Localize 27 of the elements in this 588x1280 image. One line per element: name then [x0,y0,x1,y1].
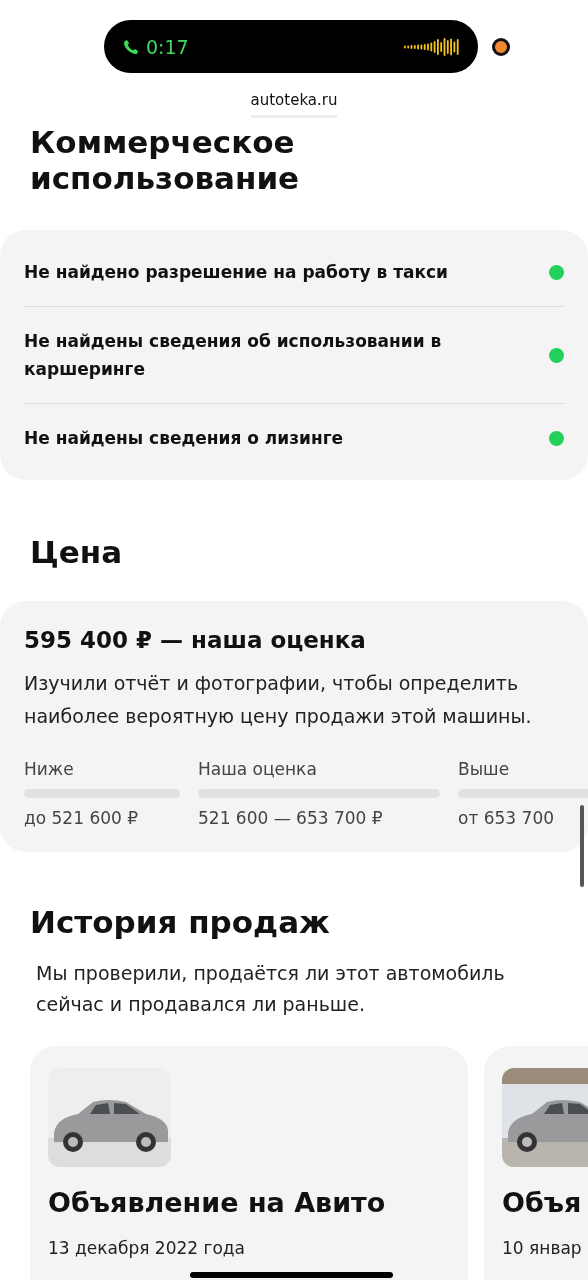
range-label: Выше [458,759,511,779]
section-description: Мы проверили, продаётся ли этот автомобиль сейчас и продавался ли раньше. [35,961,506,1017]
price-estimate: 595 400 ₽ — наша оценка [24,627,367,653]
listing-title: Объя [502,1187,582,1218]
listing-card[interactable]: Объя 10 январ [484,1046,588,1280]
scrollbar[interactable] [580,805,584,887]
check-text: Не найдены сведения об использовании в каршеринге [24,330,443,381]
range-label: Ниже [24,759,75,779]
range-value: 521 600 — 653 700 ₽ [198,808,384,828]
range-label: Наша оценка [198,759,318,779]
price-description: Изучили отчёт и фотографии, чтобы определить наиболее вероятную цену продажи этой машины. [24,671,533,729]
call-time: 0:17 [146,35,189,58]
address-bar[interactable]: autoteka.ru [250,91,338,118]
check-text: Не найдены сведения о лизинге [24,427,344,450]
section-title: Коммерческое использование [29,124,301,196]
call-indicator[interactable]: 0:17 [104,20,478,73]
home-indicator[interactable] [190,1272,393,1278]
listing-card[interactable]: Объявление на Авито 13 декабря 2022 года [30,1046,468,1280]
listing-date: 10 январ [502,1238,582,1258]
listing-title: Объявление на Авито [48,1187,386,1218]
listing-date: 13 декабря 2022 года [48,1238,245,1258]
range-value: от 653 700 [458,808,555,828]
range-value: до 521 600 ₽ [24,808,140,828]
check-text: Не найдено разрешение на работу в такси [24,261,449,284]
section-title: Цена [29,534,124,570]
section-title: История продаж [29,904,331,940]
waveform-icon [404,37,460,56]
